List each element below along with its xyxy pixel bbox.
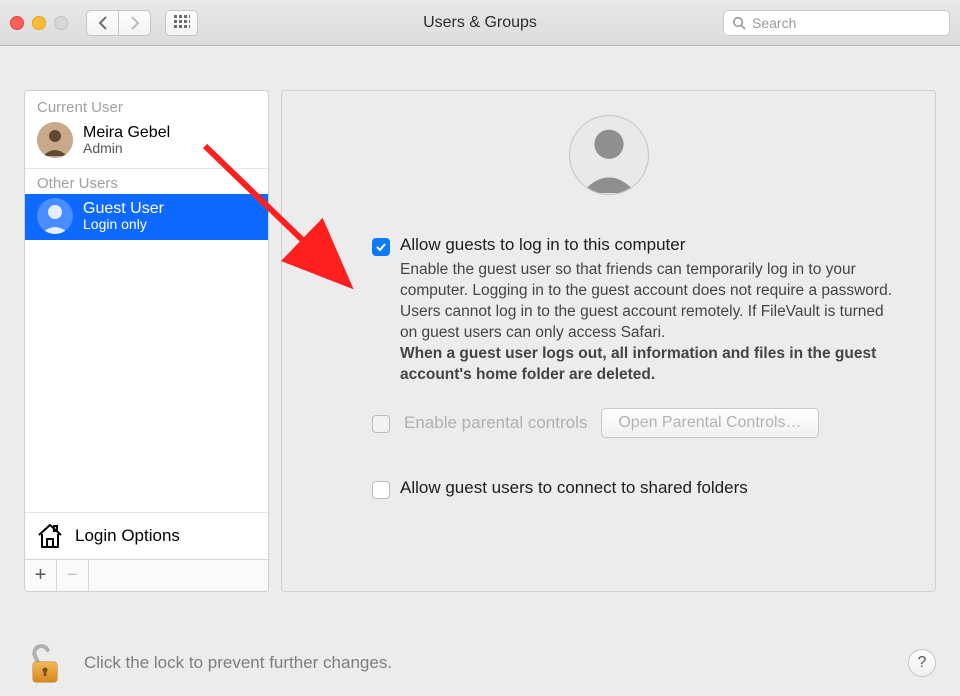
lock-footer: Click the lock to prevent further change… bbox=[24, 642, 936, 684]
user-photo-icon bbox=[37, 122, 73, 158]
pane-content: Current User Meira Gebel Admin Ot bbox=[0, 46, 960, 696]
allow-guests-description: Enable the guest user so that friends ca… bbox=[400, 260, 895, 386]
show-all-button[interactable] bbox=[165, 10, 198, 36]
remove-user-button: − bbox=[57, 560, 89, 591]
grid-icon bbox=[174, 15, 190, 31]
parental-controls-checkbox bbox=[372, 415, 390, 433]
guest-avatar-large[interactable] bbox=[569, 115, 649, 195]
person-silhouette-icon bbox=[570, 115, 648, 194]
unlocked-padlock-icon bbox=[25, 642, 65, 684]
minimize-window-button[interactable] bbox=[32, 16, 46, 30]
chevron-right-icon bbox=[130, 16, 140, 30]
allow-shared-row: Allow guest users to connect to shared f… bbox=[372, 478, 895, 499]
toolbar: Users & Groups bbox=[0, 0, 960, 46]
login-options-label: Login Options bbox=[75, 526, 180, 546]
search-field[interactable] bbox=[723, 10, 950, 36]
detail-panel: Allow guests to log in to this computer … bbox=[281, 90, 936, 592]
nav-forward-button[interactable] bbox=[118, 10, 151, 36]
window-controls bbox=[10, 16, 68, 30]
user-list: Current User Meira Gebel Admin Ot bbox=[25, 91, 268, 512]
open-parental-controls-button: Open Parental Controls… bbox=[601, 408, 818, 438]
current-user-header: Current User bbox=[25, 91, 268, 118]
checkmark-icon bbox=[375, 241, 387, 253]
help-button[interactable]: ? bbox=[908, 649, 936, 677]
allow-guests-row: Allow guests to log in to this computer bbox=[372, 235, 895, 256]
nav-buttons bbox=[86, 10, 151, 36]
house-icon bbox=[35, 521, 65, 551]
user-name: Guest User bbox=[83, 200, 164, 218]
guest-silhouette-icon bbox=[37, 198, 73, 234]
parental-controls-label: Enable parental controls bbox=[404, 413, 587, 433]
lock-button[interactable] bbox=[24, 642, 66, 684]
user-sidebar: Current User Meira Gebel Admin Ot bbox=[24, 90, 269, 592]
chevron-left-icon bbox=[98, 16, 108, 30]
allow-shared-checkbox[interactable] bbox=[372, 481, 390, 499]
search-input[interactable] bbox=[752, 15, 941, 31]
allow-shared-label: Allow guest users to connect to shared f… bbox=[400, 478, 748, 498]
window-title: Users & Groups bbox=[423, 14, 537, 32]
maximize-window-button bbox=[54, 16, 68, 30]
user-role: Login only bbox=[83, 217, 164, 232]
avatar bbox=[37, 122, 73, 158]
add-user-button[interactable]: + bbox=[25, 560, 57, 591]
nav-back-button[interactable] bbox=[86, 10, 119, 36]
allow-guests-label: Allow guests to log in to this computer bbox=[400, 235, 685, 255]
login-options-button[interactable]: Login Options bbox=[25, 512, 268, 559]
footer-spacer bbox=[89, 560, 268, 591]
allow-guests-checkbox[interactable] bbox=[372, 238, 390, 256]
sidebar-current-user[interactable]: Meira Gebel Admin bbox=[25, 118, 268, 164]
sidebar-guest-user[interactable]: Guest User Login only bbox=[25, 194, 268, 240]
close-window-button[interactable] bbox=[10, 16, 24, 30]
list-footer: + − bbox=[25, 559, 268, 591]
avatar bbox=[37, 198, 73, 234]
user-name: Meira Gebel bbox=[83, 124, 170, 142]
parental-controls-row: Enable parental controls Open Parental C… bbox=[372, 408, 895, 438]
search-icon bbox=[732, 16, 746, 30]
user-role: Admin bbox=[83, 141, 170, 156]
lock-text: Click the lock to prevent further change… bbox=[84, 653, 392, 673]
other-users-header: Other Users bbox=[25, 168, 268, 194]
allow-guests-note: When a guest user logs out, all informat… bbox=[400, 345, 876, 383]
